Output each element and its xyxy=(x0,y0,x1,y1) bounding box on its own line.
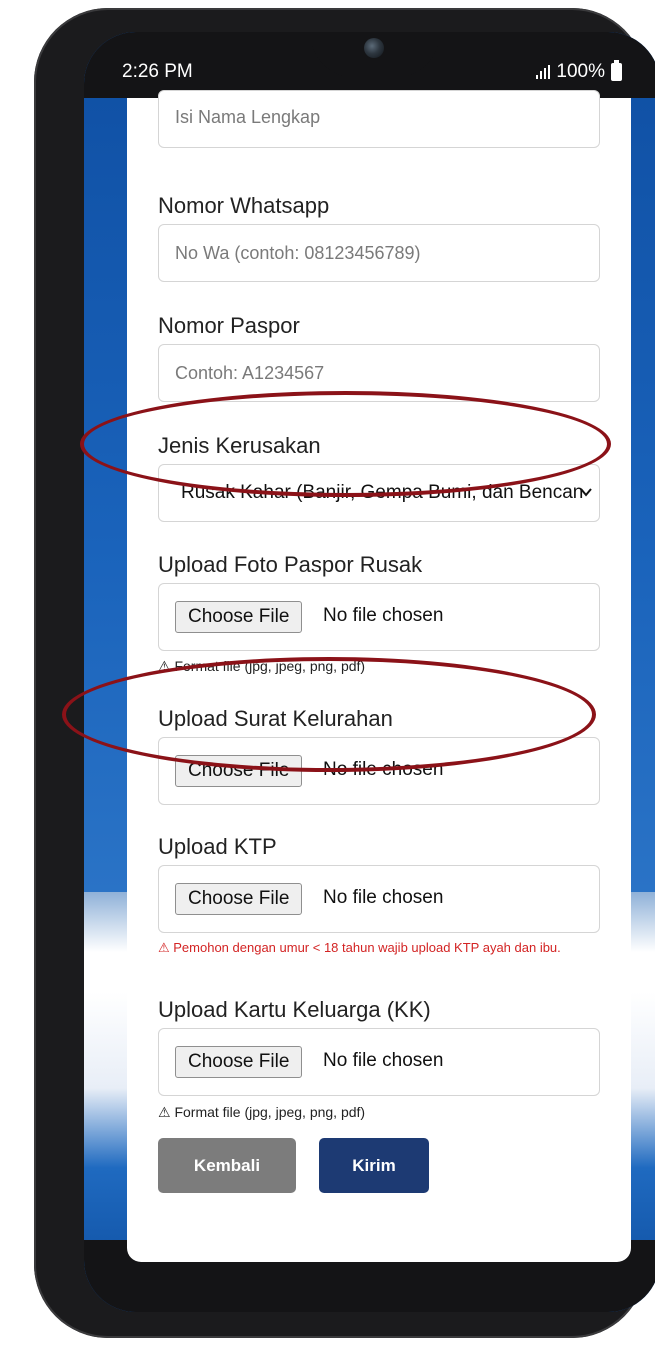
format-hint: ⚠ Format file (jpg, jpeg, png, pdf) xyxy=(158,1104,366,1120)
family-card-upload: Choose File No file chosen xyxy=(158,1028,600,1096)
signal-icon xyxy=(536,65,551,79)
village-letter-upload: Choose File No file chosen xyxy=(158,737,600,805)
damage-type-select[interactable]: Rusak Kahar (Banjir, Gempa Bumi, dan Ben… xyxy=(158,464,600,522)
chevron-down-icon xyxy=(580,488,592,497)
name-input[interactable]: Isi Nama Lengkap xyxy=(158,90,600,148)
ktp-upload: Choose File No file chosen xyxy=(158,865,600,933)
choose-file-button[interactable]: Choose File xyxy=(175,1046,303,1078)
status-indicators: 100% xyxy=(536,60,622,83)
phone-frame: 2:26 PM 100% Isi Nama Lengkap Nomor What… xyxy=(34,8,655,1338)
file-status: No file chosen xyxy=(323,1050,444,1071)
file-status: No file chosen xyxy=(323,887,444,908)
form-card: Isi Nama Lengkap Nomor Whatsapp No Wa (c… xyxy=(127,90,631,1262)
back-button[interactable]: Kembali xyxy=(158,1138,296,1193)
status-bar: 2:26 PM 100% xyxy=(84,32,655,98)
damage-type-value: Rusak Kahar (Banjir, Gempa Bumi, dan Ben… xyxy=(181,482,583,503)
choose-file-button[interactable]: Choose File xyxy=(175,883,303,915)
passport-photo-label: Upload Foto Paspor Rusak xyxy=(158,552,423,577)
whatsapp-label: Nomor Whatsapp xyxy=(158,193,330,218)
phone-screen: 2:26 PM 100% Isi Nama Lengkap Nomor What… xyxy=(84,32,655,1312)
whatsapp-placeholder: No Wa (contoh: 08123456789) xyxy=(175,243,421,263)
passport-label: Nomor Paspor xyxy=(158,313,300,338)
passport-placeholder: Contoh: A1234567 xyxy=(175,363,325,383)
name-placeholder: Isi Nama Lengkap xyxy=(175,107,321,127)
whatsapp-input[interactable]: No Wa (contoh: 08123456789) xyxy=(158,224,600,282)
choose-file-button[interactable]: Choose File xyxy=(175,755,303,787)
battery-percent: 100% xyxy=(556,61,605,82)
ktp-warning: ⚠ Pemohon dengan umur < 18 tahun wajib u… xyxy=(158,940,561,955)
camera-icon xyxy=(364,38,384,58)
passport-input[interactable]: Contoh: A1234567 xyxy=(158,344,600,402)
village-letter-label: Upload Surat Kelurahan xyxy=(158,706,393,731)
format-hint: ⚠ Format file (jpg, jpeg, png, pdf) xyxy=(158,658,366,674)
passport-photo-upload: Choose File No file chosen xyxy=(158,583,600,651)
family-card-label: Upload Kartu Keluarga (KK) xyxy=(158,997,431,1022)
status-time: 2:26 PM xyxy=(122,61,193,82)
choose-file-button[interactable]: Choose File xyxy=(175,601,303,633)
battery-icon xyxy=(611,60,622,81)
file-status: No file chosen xyxy=(323,759,444,780)
damage-type-label: Jenis Kerusakan xyxy=(158,433,321,458)
ktp-label: Upload KTP xyxy=(158,834,277,859)
file-status: No file chosen xyxy=(323,605,444,626)
submit-button[interactable]: Kirim xyxy=(319,1138,429,1193)
